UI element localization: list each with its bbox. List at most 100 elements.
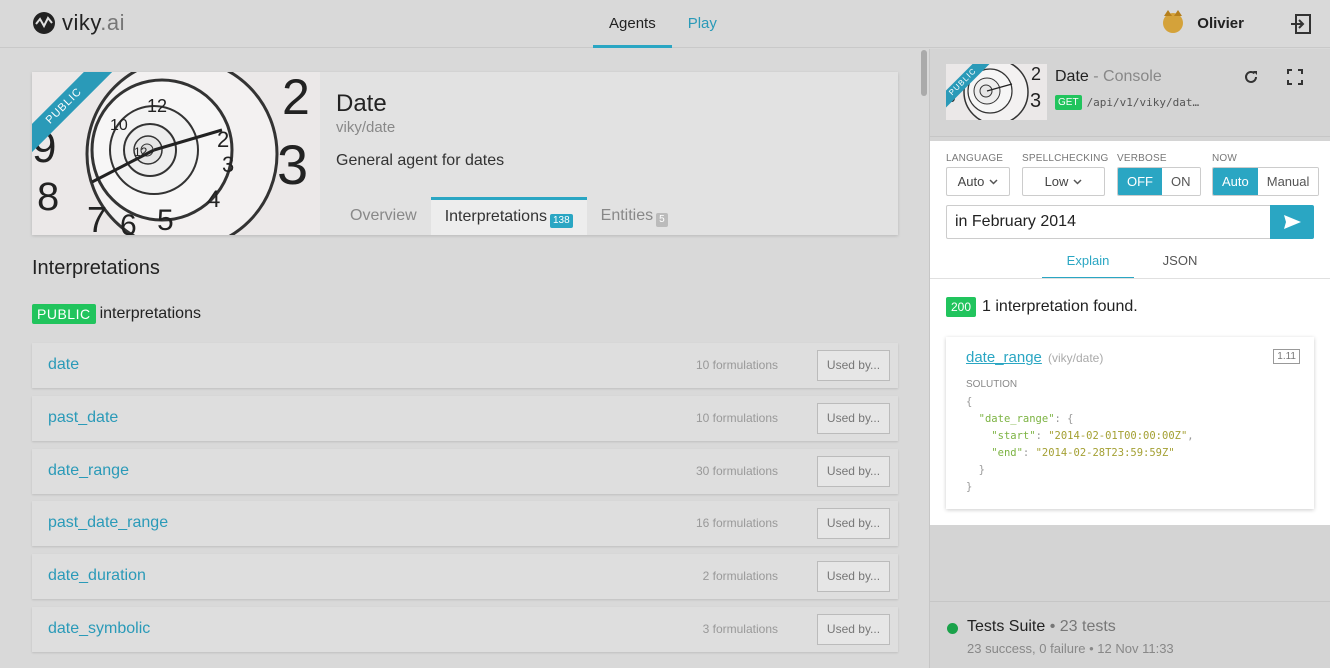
- tab-entities-label: Entities: [600, 207, 654, 224]
- used-by-button[interactable]: Used by...: [817, 350, 890, 381]
- agent-tabs: Overview Interpretations 138 Entities 5: [336, 197, 682, 235]
- list-item[interactable]: past_date_range 16 formulations Used by.…: [32, 501, 898, 546]
- svg-text:2: 2: [217, 127, 229, 152]
- tab-overview[interactable]: Overview: [336, 197, 431, 235]
- interpretations-count-badge: 138: [549, 214, 573, 228]
- language-label: LANGUAGE: [946, 153, 1004, 164]
- svg-text:4: 4: [207, 186, 220, 213]
- agent-main: 2 3 9 8 7 6 5 4 3 2 12 10 12 PUBLIC Date…: [0, 49, 918, 668]
- result-count-text: 1 interpretation found.: [982, 298, 1138, 315]
- interpretation-name[interactable]: date_duration: [48, 567, 146, 585]
- chevron-down-icon: [989, 178, 998, 185]
- section-title: Interpretations: [32, 257, 160, 279]
- spellchecking-label: SPELLCHECKING: [1022, 153, 1109, 164]
- formulations-count: 16 formulations: [695, 516, 778, 530]
- list-item[interactable]: date_duration 2 formulations Used by...: [32, 554, 898, 599]
- tests-status-dot: [947, 623, 958, 634]
- solution-json: { "date_range": { "start": "2014-02-01T0…: [966, 396, 1194, 493]
- used-by-button[interactable]: Used by...: [817, 403, 890, 434]
- interpretation-name[interactable]: past_date_range: [48, 514, 168, 532]
- user-name: Olivier: [1197, 14, 1244, 32]
- query-input[interactable]: in February 2014: [946, 205, 1271, 239]
- tab-overview-label: Overview: [350, 207, 417, 224]
- used-by-button[interactable]: Used by...: [817, 614, 890, 645]
- interpretation-name[interactable]: date_symbolic: [48, 620, 150, 638]
- formulations-count: 3 formulations: [702, 622, 778, 636]
- svg-text:7: 7: [87, 199, 107, 235]
- entities-count-badge: 5: [656, 213, 668, 227]
- console-agent-thumbnail: 2 3 9 PUBLIC: [946, 64, 1047, 120]
- logo-text: viky.ai: [62, 10, 126, 35]
- tab-explain[interactable]: Explain: [1042, 247, 1134, 279]
- nav-agents[interactable]: Agents: [593, 0, 672, 48]
- tab-interpretations-label: Interpretations: [444, 208, 547, 225]
- send-button[interactable]: [1270, 205, 1314, 239]
- spellchecking-select[interactable]: Low: [1022, 167, 1105, 196]
- result-tabs: Explain JSON: [1042, 247, 1226, 279]
- avatar: [1163, 10, 1184, 33]
- svg-text:5: 5: [157, 204, 174, 235]
- used-by-button[interactable]: Used by...: [817, 508, 890, 539]
- svg-text:2: 2: [1031, 64, 1041, 84]
- agent-card: 2 3 9 8 7 6 5 4 3 2 12 10 12 PUBLIC Date…: [32, 72, 898, 235]
- status-badge: 200: [946, 297, 977, 317]
- now-toggle: Auto Manual: [1212, 167, 1320, 196]
- public-badge: PUBLIC: [32, 304, 96, 324]
- tests-suite-footer[interactable]: Tests Suite • 23 tests 23 success, 0 fai…: [930, 601, 1330, 668]
- console-body: LANGUAGE Auto SPELLCHECKING Low VERBOSE …: [930, 141, 1330, 525]
- result-summary: 200 1 interpretation found.: [946, 297, 1138, 317]
- formulations-count: 10 formulations: [695, 411, 778, 425]
- interpretation-name[interactable]: date: [48, 356, 79, 374]
- main-nav: Agents Play: [593, 0, 733, 48]
- verbose-on-button[interactable]: ON: [1162, 168, 1200, 195]
- endpoint-url[interactable]: /api/v1/viky/dat…: [1087, 96, 1200, 109]
- logout-icon[interactable]: [1290, 13, 1312, 35]
- solution-label: SOLUTION: [966, 379, 1018, 390]
- tests-meta: 23 success, 0 failure • 12 Nov 11:33: [967, 641, 1174, 656]
- list-item[interactable]: date_symbolic 3 formulations Used by...: [32, 607, 898, 652]
- chevron-down-icon: [1073, 178, 1082, 185]
- list-item[interactable]: date_range 30 formulations Used by...: [32, 449, 898, 494]
- console-title: Date - Console: [1055, 68, 1162, 85]
- tab-interpretations[interactable]: Interpretations 138: [430, 197, 587, 235]
- used-by-button[interactable]: Used by...: [817, 456, 890, 487]
- list-item[interactable]: date 10 formulations Used by...: [32, 343, 898, 388]
- logo[interactable]: viky.ai: [32, 10, 125, 36]
- user-menu[interactable]: Olivier: [1163, 10, 1244, 33]
- interpretation-name[interactable]: date_range: [48, 462, 129, 480]
- svg-text:12: 12: [134, 145, 148, 159]
- result-interpretation-link[interactable]: date_range: [966, 349, 1042, 366]
- agent-image: 2 3 9 8 7 6 5 4 3 2 12 10 12 PUBLIC: [32, 72, 320, 235]
- list-item[interactable]: past_date 10 formulations Used by...: [32, 396, 898, 441]
- spellchecking-value: Low: [1044, 174, 1069, 189]
- verbose-label: VERBOSE: [1117, 153, 1167, 164]
- expand-icon[interactable]: [1287, 69, 1303, 85]
- used-by-button[interactable]: Used by...: [817, 561, 890, 592]
- tests-title: Tests Suite • 23 tests: [967, 618, 1116, 635]
- svg-text:10: 10: [110, 117, 128, 134]
- interpretation-name[interactable]: past_date: [48, 409, 118, 427]
- send-icon: [1284, 215, 1301, 229]
- svg-text:2: 2: [282, 72, 310, 125]
- console-panel: 2 3 9 PUBLIC Date - Console GET /api/v1/…: [929, 49, 1330, 668]
- public-heading-text: interpretations: [99, 305, 201, 322]
- now-auto-button[interactable]: Auto: [1213, 168, 1258, 195]
- main-scrollbar[interactable]: [921, 50, 927, 96]
- svg-text:6: 6: [120, 209, 137, 235]
- top-bar: viky.ai Agents Play Olivier: [0, 0, 1330, 48]
- formulations-count: 30 formulations: [695, 464, 778, 478]
- language-select[interactable]: Auto: [946, 167, 1010, 196]
- score-badge: 1.11: [1273, 349, 1300, 364]
- svg-text:8: 8: [37, 175, 59, 219]
- now-label: NOW: [1212, 153, 1238, 164]
- tab-json[interactable]: JSON: [1134, 247, 1226, 279]
- result-agent-slug: (viky/date): [1048, 351, 1104, 365]
- language-option: LANGUAGE Auto: [946, 153, 1010, 196]
- verbose-off-button[interactable]: OFF: [1118, 168, 1162, 195]
- now-manual-button[interactable]: Manual: [1257, 168, 1319, 195]
- nav-play[interactable]: Play: [672, 0, 733, 48]
- tab-entities[interactable]: Entities 5: [587, 197, 682, 235]
- formulations-count: 10 formulations: [695, 358, 778, 372]
- refresh-icon[interactable]: [1243, 69, 1259, 85]
- viky-logo-icon: [33, 12, 55, 34]
